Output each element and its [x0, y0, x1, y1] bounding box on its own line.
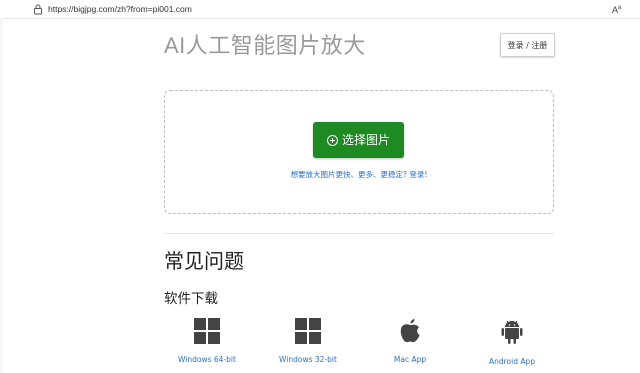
windows-icon	[194, 318, 220, 344]
page-title: AI人工智能图片放大	[164, 33, 366, 58]
windows-32-download[interactable]: Windows 32-bit	[268, 318, 348, 364]
mac-app-label[interactable]: Mac App	[370, 355, 450, 364]
android-app-label[interactable]: Android App	[472, 357, 552, 366]
reader-mode-icon[interactable]: Aa	[612, 2, 621, 16]
reader-mode-sup: a	[618, 5, 622, 11]
select-image-label: 选择图片	[341, 133, 390, 147]
page-left-edge	[0, 18, 3, 373]
login-hint-link[interactable]: 想要放大图片更快、更多、更稳定? 登录!	[165, 169, 553, 180]
download-heading: 软件下载	[164, 291, 218, 307]
windows-64-download[interactable]: Windows 64-bit	[167, 318, 247, 364]
windows-64-label[interactable]: Windows 64-bit	[167, 355, 247, 364]
browser-address-bar[interactable]: https://bigjpg.com/zh?from=pi001.com Aa	[0, 0, 640, 19]
url-text[interactable]: https://bigjpg.com/zh?from=pi001.com	[48, 3, 192, 15]
select-image-button[interactable]: 选择图片	[313, 122, 404, 158]
faq-heading: 常见问题	[164, 249, 244, 273]
android-app-download[interactable]: Android App	[472, 318, 552, 366]
windows-32-label[interactable]: Windows 32-bit	[268, 355, 348, 364]
windows-icon	[295, 318, 321, 344]
mac-app-download[interactable]: Mac App	[370, 318, 450, 364]
login-register-button[interactable]: 登录 / 注册	[500, 33, 555, 57]
upload-dropzone[interactable]: 选择图片 想要放大图片更快、更多、更稳定? 登录!	[164, 90, 554, 214]
apple-icon	[400, 319, 420, 343]
plus-circle-icon	[326, 134, 338, 146]
section-divider	[164, 233, 554, 234]
android-icon	[501, 320, 523, 344]
lock-icon	[34, 4, 42, 15]
